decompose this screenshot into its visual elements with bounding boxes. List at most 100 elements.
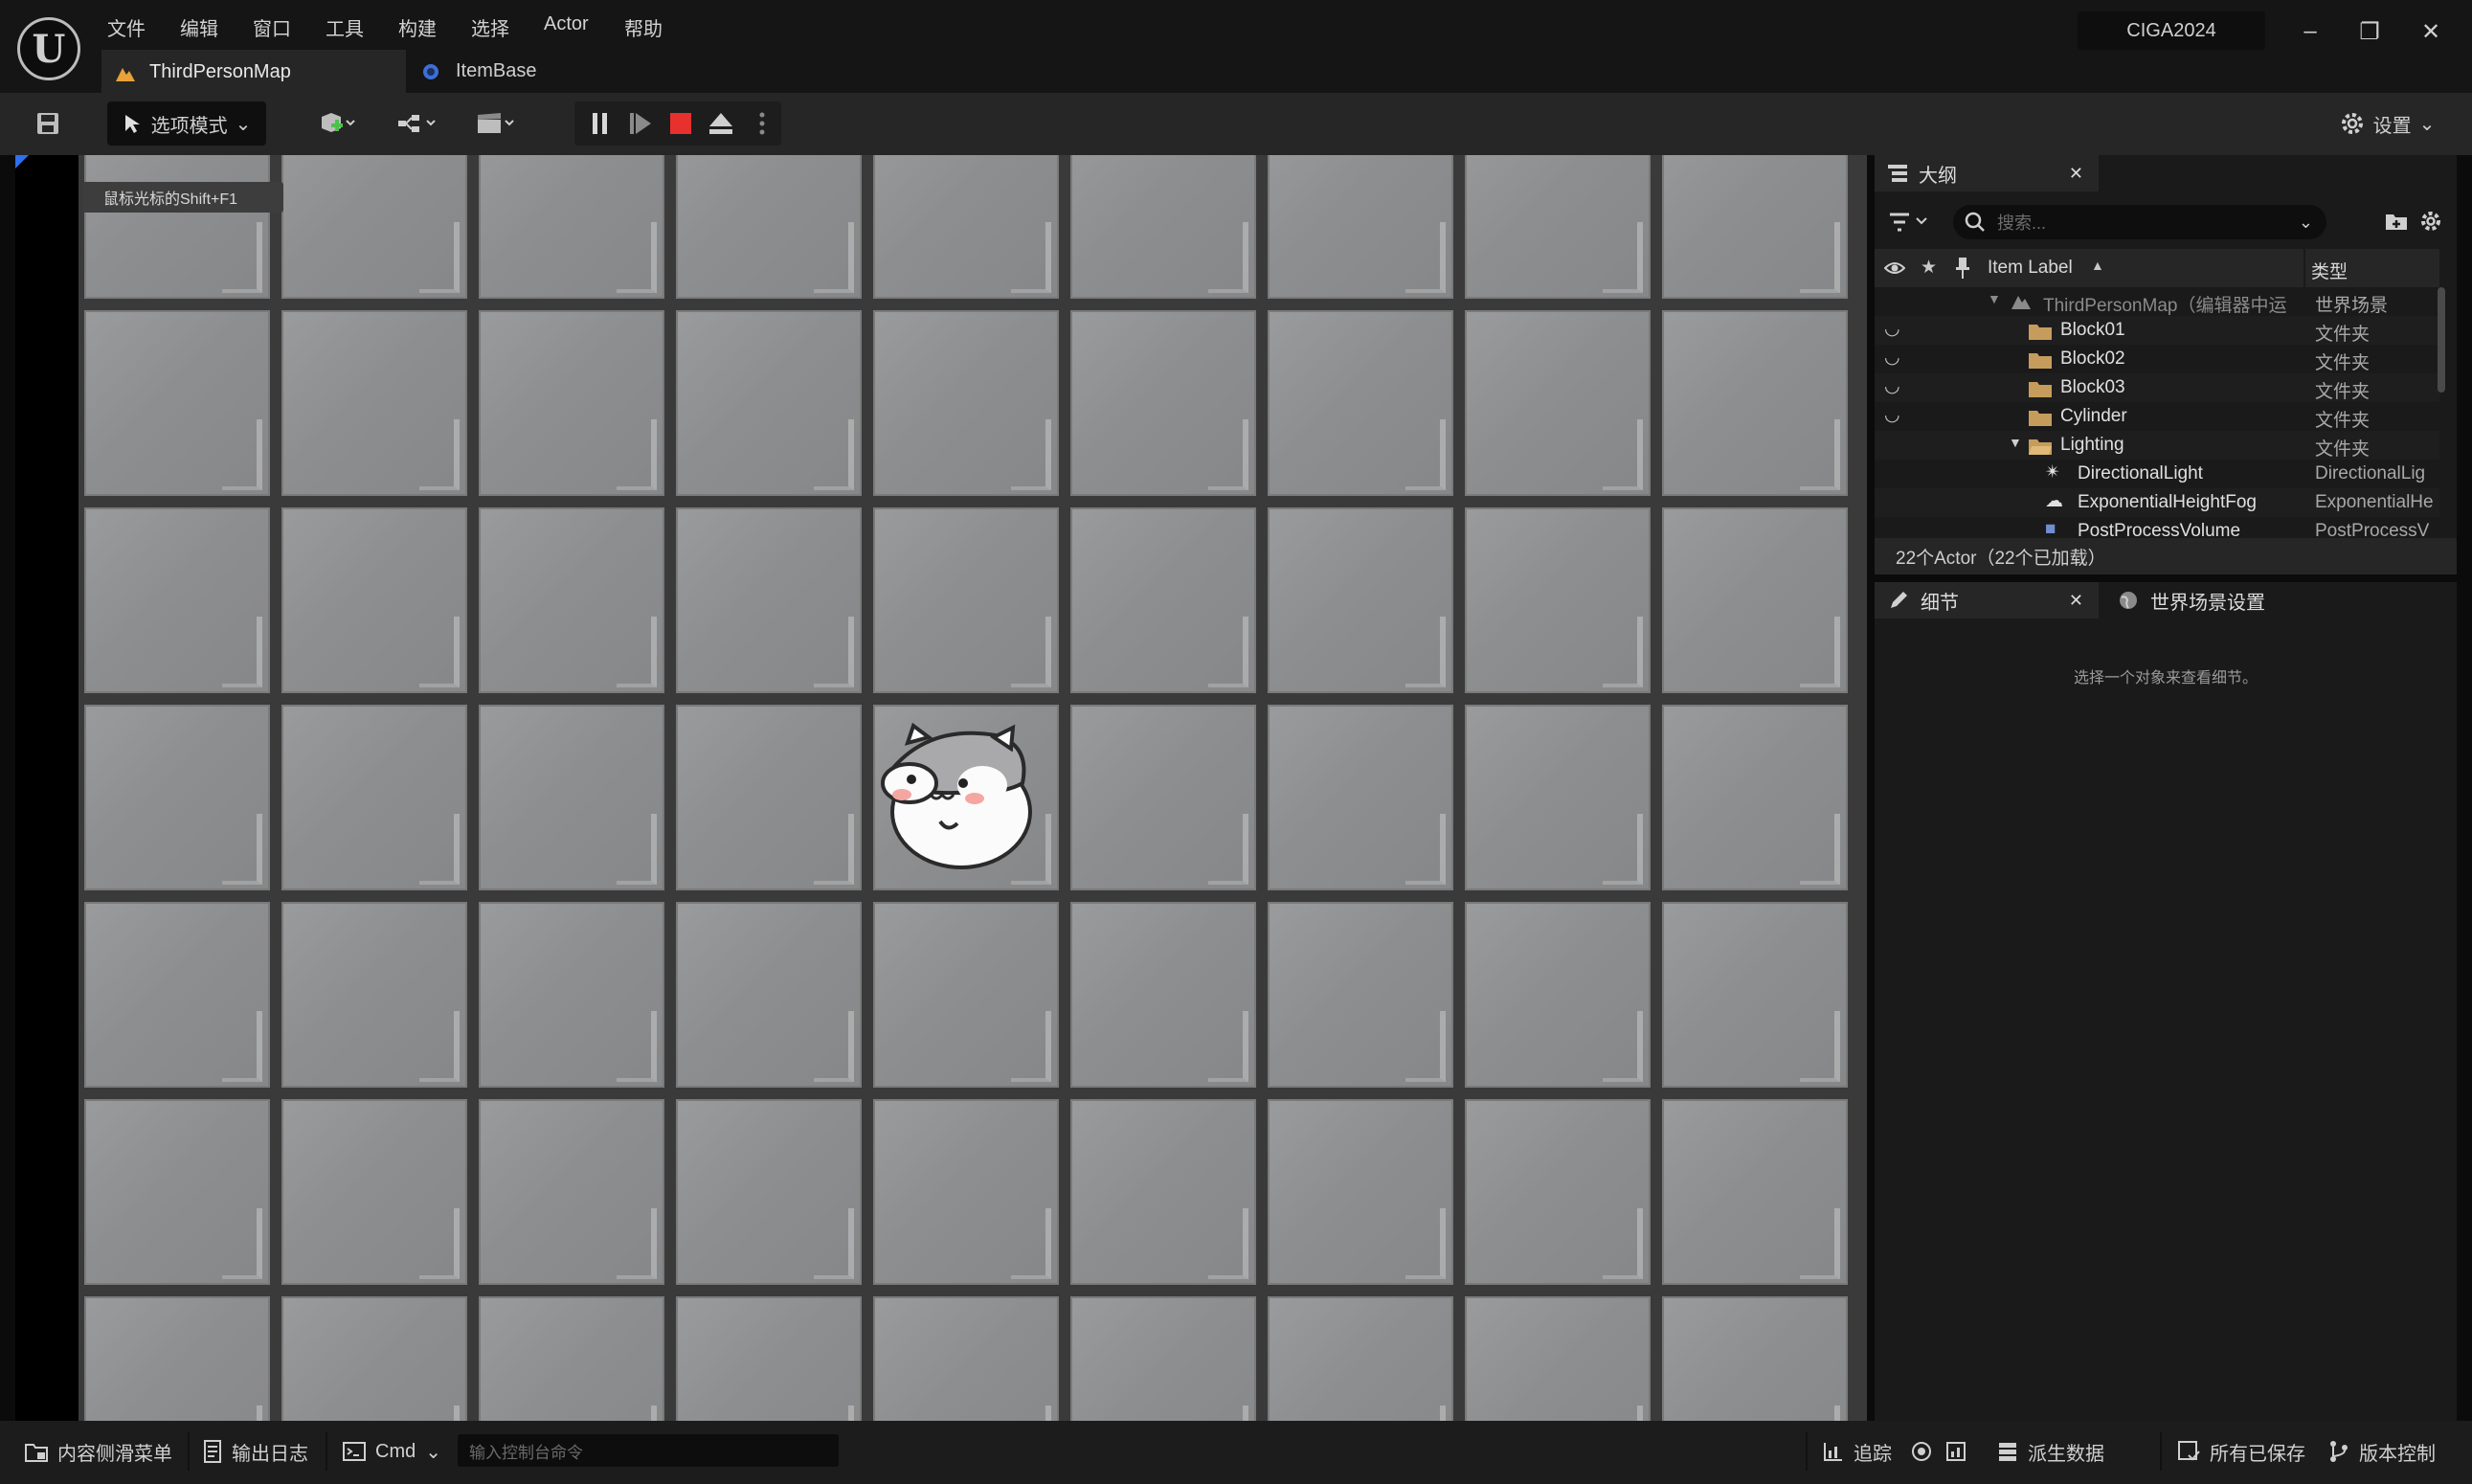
mode-select-button[interactable]: 选项模式 ⌄ [107, 101, 266, 146]
folder-open-icon [2029, 439, 2052, 455]
chevron-down-icon[interactable]: ⌄ [2299, 213, 2313, 233]
save-icon[interactable] [29, 101, 67, 146]
map-icon [2011, 296, 2031, 309]
menu-file[interactable]: 文件 [107, 13, 146, 41]
search-input[interactable]: 搜索... ⌄ [1953, 205, 2326, 239]
gear-icon[interactable] [2418, 209, 2443, 234]
tab-details[interactable]: 细节 ✕ [1875, 582, 2099, 618]
close-icon[interactable]: ✕ [2069, 591, 2083, 611]
blueprint-graph-icon [398, 115, 436, 132]
expand-arrow-icon[interactable]: ▼ [1988, 291, 2001, 306]
viewport-hint: 鼠标光标的Shift+F1 [82, 182, 283, 213]
column-item-label[interactable]: Item Label [1988, 258, 2073, 279]
all-saved-label: 所有已保存 [2210, 1443, 2305, 1465]
visibility-eye-icon[interactable]: ◡ [1884, 318, 1900, 340]
row-name: PostProcessVolume [2078, 521, 2241, 538]
row-type: ExponentialHe [2315, 492, 2434, 512]
unreal-logo-icon[interactable]: U [17, 17, 80, 80]
minimize-icon[interactable]: – [2296, 17, 2325, 46]
column-type-label[interactable]: 类型 [2311, 258, 2348, 283]
row-name: ExponentialHeightFog [2078, 492, 2257, 512]
outliner-row-directionallight[interactable]: ✴ DirectionalLight DirectionalLig [1875, 460, 2439, 488]
outliner-panel: 大纲 ✕ 搜索... ⌄ ★ Item Label ▲ 类型 ▼ ThirdPe… [1875, 155, 2457, 574]
menu-select[interactable]: 选择 [471, 13, 509, 41]
menu-window[interactable]: 窗口 [253, 13, 291, 41]
cmd-dropdown[interactable]: Cmd ⌄ [343, 1432, 441, 1471]
row-type: 世界场景 [2315, 296, 2389, 316]
visibility-eye-icon[interactable]: ◡ [1884, 404, 1900, 426]
hamster-character-icon[interactable] [869, 716, 1040, 871]
source-control-button[interactable]: 版本控制 [2328, 1432, 2436, 1471]
world-settings-label: 世界场景设置 [2150, 592, 2265, 614]
menu-tools[interactable]: 工具 [326, 13, 364, 41]
tab-outliner[interactable]: 大纲 ✕ [1875, 155, 2099, 191]
level-viewport[interactable]: 鼠标光标的Shift+F1 [15, 155, 1867, 1421]
console-input[interactable]: 输入控制台命令 [458, 1434, 839, 1467]
record-button[interactable] [1911, 1432, 1932, 1471]
outliner-scrollbar[interactable] [2438, 287, 2445, 393]
floor-tile [1662, 1296, 1848, 1421]
star-icon[interactable]: ★ [1921, 257, 1937, 279]
tab-itembase[interactable]: ItemBase [410, 50, 697, 93]
pause-icon[interactable] [584, 109, 617, 138]
blueprint-menu-button[interactable] [389, 101, 446, 146]
outliner-row-block01[interactable]: ◡ Block01 文件夹 [1875, 316, 2439, 345]
floor-tile [1465, 705, 1651, 890]
row-name: Block03 [2060, 377, 2125, 397]
separator [326, 1432, 327, 1471]
more-options-icon[interactable] [756, 109, 768, 138]
derived-data-label: 派生数据 [2028, 1443, 2104, 1465]
output-log-icon [204, 1440, 221, 1463]
floor-tile [1662, 902, 1848, 1088]
step-forward-icon[interactable] [624, 109, 657, 138]
menu-edit[interactable]: 编辑 [180, 13, 218, 41]
outliner-row-block02[interactable]: ◡ Block02 文件夹 [1875, 345, 2439, 373]
menu-actor[interactable]: Actor [544, 13, 589, 35]
cinematics-button[interactable] [467, 101, 525, 146]
outliner-row-cylinder[interactable]: ◡ Cylinder 文件夹 [1875, 402, 2439, 431]
filter-icon[interactable] [1888, 211, 1932, 234]
chevron-down-icon: ⌄ [2418, 113, 2436, 135]
stat-icon [1946, 1442, 1966, 1461]
content-drawer-button[interactable]: 内容侧滑菜单 [25, 1432, 172, 1471]
close-icon[interactable]: ✕ [2416, 17, 2445, 46]
stop-icon[interactable] [664, 109, 697, 138]
floor-tile [1070, 705, 1256, 890]
pin-icon[interactable] [1955, 257, 1970, 280]
menu-build[interactable]: 构建 [398, 13, 437, 41]
outliner-row-exponentialheightfog[interactable]: ☁ ExponentialHeightFog ExponentialHe [1875, 488, 2439, 517]
menu-help[interactable]: 帮助 [624, 13, 663, 41]
close-icon[interactable]: ✕ [2069, 164, 2083, 184]
floor-tile [84, 1296, 270, 1421]
outliner-row-block03[interactable]: ◡ Block03 文件夹 [1875, 373, 2439, 402]
output-log-label: 输出日志 [232, 1443, 308, 1465]
derived-data-button[interactable]: 派生数据 [1997, 1432, 2104, 1471]
outliner-row-world[interactable]: ▼ ThirdPersonMap（编辑器中运 世界场景 [1875, 287, 2439, 316]
expand-arrow-icon[interactable]: ▼ [2009, 435, 2022, 450]
output-log-button[interactable]: 输出日志 [203, 1432, 308, 1471]
visibility-eye-icon[interactable]: ◡ [1884, 347, 1900, 369]
outliner-row-postprocessvolume[interactable]: ■ PostProcessVolume PostProcessV [1875, 517, 2439, 538]
outliner-row-lighting[interactable]: ▼ Lighting 文件夹 [1875, 431, 2439, 460]
restore-icon[interactable]: ❐ [2355, 17, 2384, 46]
save-all-button[interactable]: 所有已保存 [2177, 1432, 2305, 1471]
stat-button[interactable] [1945, 1432, 1966, 1471]
details-panel: 细节 ✕ 世界场景设置 选择一个对象来查看细节。 [1875, 582, 2457, 1421]
trace-button[interactable]: 追踪 [1823, 1432, 1892, 1471]
cmd-label: Cmd [375, 1440, 416, 1462]
floor-tile [873, 902, 1059, 1088]
tab-world-settings[interactable]: 世界场景设置 [2112, 582, 2303, 618]
play-controls [574, 101, 781, 146]
eye-icon[interactable] [1884, 259, 1905, 278]
floor-tile [1268, 310, 1453, 496]
row-name: Cylinder [2060, 406, 2127, 426]
eject-icon[interactable] [705, 109, 737, 138]
chevron-down-icon: ⌄ [235, 113, 252, 135]
new-folder-icon[interactable] [2384, 209, 2409, 234]
visibility-eye-icon[interactable]: ◡ [1884, 375, 1900, 397]
tab-thirdpersonmap[interactable]: ThirdPersonMap [101, 50, 406, 93]
add-actor-button[interactable] [308, 101, 366, 146]
details-title: 细节 [1921, 592, 1959, 614]
settings-button[interactable]: 设置 ⌄ [2334, 101, 2439, 146]
floor-tile [1070, 1099, 1256, 1285]
